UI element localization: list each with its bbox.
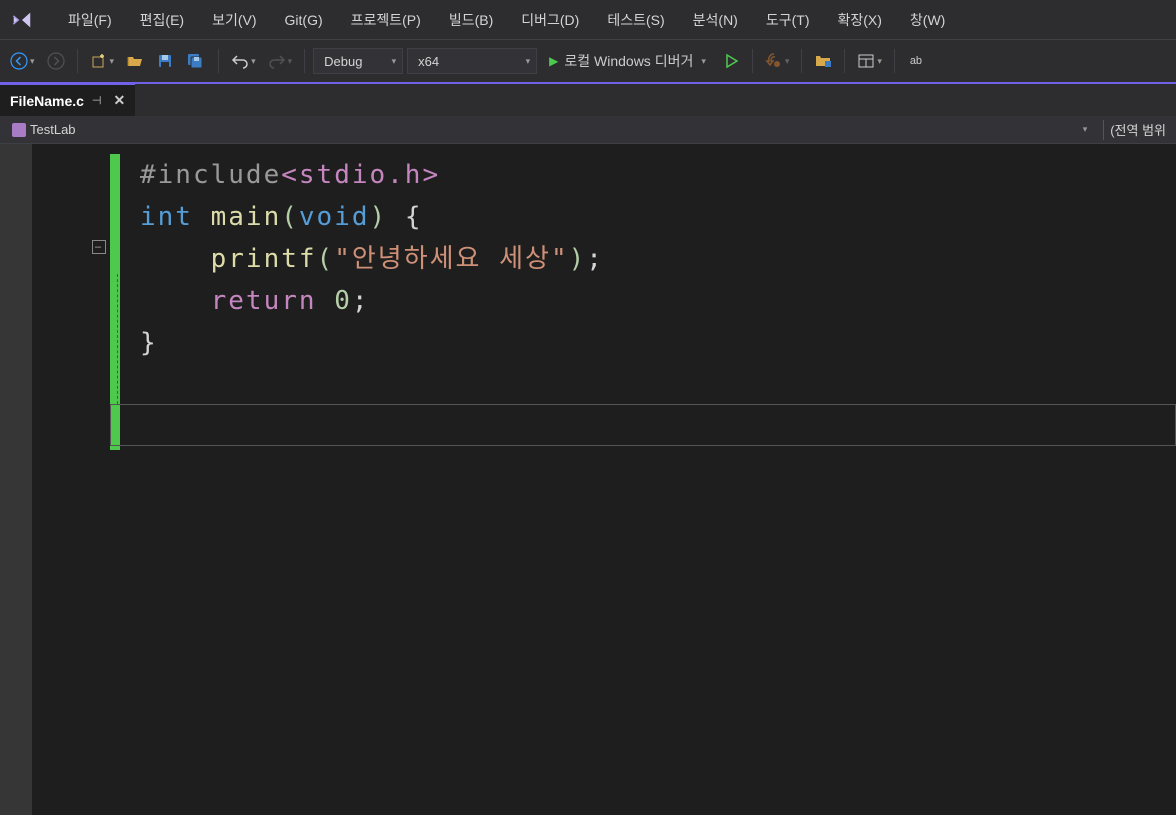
platform-label: x64 (418, 54, 439, 69)
code-line: #include<stdio.h> (140, 154, 1176, 196)
app-logo-icon (8, 6, 36, 34)
window-layout-button[interactable]: ▾ (853, 48, 886, 74)
menu-edit[interactable]: 편집(E) (126, 4, 198, 36)
menu-extensions[interactable]: 확장(X) (823, 4, 895, 36)
code-line: int main(void) { (140, 196, 1176, 238)
separator (1103, 120, 1104, 140)
chevron-down-icon[interactable]: ▾ (1083, 124, 1088, 135)
menu-window[interactable]: 창(W) (896, 4, 959, 36)
menu-analyze[interactable]: 분석(N) (679, 4, 752, 36)
indent-guide (117, 274, 118, 404)
code-line: } (140, 322, 1176, 364)
hot-reload-button[interactable]: ▾ (761, 48, 794, 74)
file-tab[interactable]: FileName.c ⊣ ✕ (0, 84, 135, 116)
chevron-down-icon: ▾ (251, 56, 256, 67)
editor: − #include<stdio.h> int main(void) { pri… (0, 144, 1176, 815)
tabbar: FileName.c ⊣ ✕ (0, 82, 1176, 116)
play-icon: ▶ (549, 54, 558, 68)
text-tool-button[interactable]: ab (903, 48, 929, 74)
menu-tools[interactable]: 도구(T) (752, 4, 824, 36)
menu-debug[interactable]: 디버그(D) (507, 4, 593, 36)
current-line-highlight (110, 404, 1176, 446)
nav-back-button[interactable]: ▾ (6, 48, 39, 74)
code-area[interactable]: − #include<stdio.h> int main(void) { pri… (112, 144, 1176, 815)
fold-toggle[interactable]: − (92, 240, 106, 254)
menu-build[interactable]: 빌드(B) (435, 4, 507, 36)
close-icon[interactable]: ✕ (114, 92, 126, 109)
menu-test[interactable]: 테스트(S) (593, 4, 678, 36)
toolbar-separator (752, 49, 753, 73)
code-line: printf("안녕하세요 세상"); (140, 238, 1176, 280)
run-nodebug-button[interactable] (718, 48, 744, 74)
run-debug-button[interactable]: ▶ 로컬 Windows 디버거 ▾ (541, 48, 714, 74)
chevron-down-icon: ▾ (392, 56, 397, 67)
chevron-down-icon: ▾ (785, 56, 790, 67)
config-label: Debug (324, 54, 362, 69)
undo-button[interactable]: ▾ (227, 48, 260, 74)
menu-project[interactable]: 프로젝트(P) (337, 4, 435, 36)
save-all-button[interactable] (182, 48, 210, 74)
toolbar: ▾ ▾ ▾ ▾ Debug ▾ x64 ▾ ▶ 로컬 Windows 디버거 ▾ (0, 40, 1176, 82)
project-selector[interactable]: TestLab (6, 122, 82, 137)
chevron-down-icon: ▾ (877, 56, 882, 67)
chevron-down-icon: ▾ (526, 56, 531, 67)
scope-label[interactable]: (전역 범위 (1110, 120, 1170, 139)
tab-filename: FileName.c (10, 93, 84, 109)
chevron-down-icon: ▾ (30, 56, 35, 67)
folder-button[interactable] (810, 48, 836, 74)
toolbar-separator (844, 49, 845, 73)
nav-forward-button[interactable] (43, 48, 69, 74)
new-item-button[interactable]: ▾ (86, 48, 119, 74)
chevron-down-icon: ▾ (288, 56, 293, 67)
platform-combo[interactable]: x64 ▾ (407, 48, 537, 74)
chevron-down-icon: ▾ (110, 56, 115, 67)
menu-git[interactable]: Git(G) (271, 6, 337, 34)
project-icon (12, 123, 26, 137)
toolbar-separator (77, 49, 78, 73)
toolbar-separator (218, 49, 219, 73)
code-line: return 0; (140, 280, 1176, 322)
navigation-bar: TestLab ▾ (전역 범위 (0, 116, 1176, 144)
save-button[interactable] (152, 48, 178, 74)
menu-file[interactable]: 파일(F) (54, 4, 126, 36)
menu-view[interactable]: 보기(V) (198, 4, 270, 36)
run-label: 로컬 Windows 디버거 (564, 51, 693, 71)
pin-icon[interactable]: ⊣ (92, 94, 102, 107)
toolbar-separator (304, 49, 305, 73)
chevron-down-icon: ▾ (701, 56, 706, 67)
toolbar-separator (801, 49, 802, 73)
indicator-margin (0, 144, 32, 815)
config-combo[interactable]: Debug ▾ (313, 48, 403, 74)
redo-button[interactable]: ▾ (264, 48, 297, 74)
project-name: TestLab (30, 122, 76, 137)
menubar: 파일(F) 편집(E) 보기(V) Git(G) 프로젝트(P) 빌드(B) 디… (0, 0, 1176, 40)
toolbar-separator (894, 49, 895, 73)
open-button[interactable] (122, 48, 148, 74)
